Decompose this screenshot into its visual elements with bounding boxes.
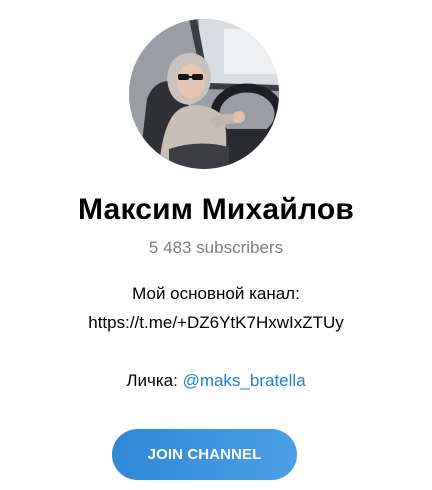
description-spacer <box>0 337 432 366</box>
subscriber-count: 5 483 subscribers <box>148 238 284 257</box>
channel-avatar <box>129 19 279 169</box>
description-invite-link: https://t.me/+DZ6YtK7HxwIxZTUy <box>88 313 344 332</box>
channel-preview-page: Максим Михайлов 5 483 subscribers Мой ос… <box>0 0 432 490</box>
channel-description: Мой основной канал: https://t.me/+DZ6YtK… <box>0 279 432 395</box>
avatar-photo-icon <box>129 19 279 169</box>
channel-name: Максим Михайлов <box>78 193 354 226</box>
contact-label: Личка: <box>126 371 183 390</box>
contact-handle-link[interactable]: @maks_bratella <box>183 371 306 390</box>
description-line: Мой основной канал: <box>132 284 300 303</box>
description-contact: Личка: @maks_bratella <box>0 366 432 395</box>
join-channel-button[interactable]: JOIN CHANNEL <box>112 429 297 480</box>
